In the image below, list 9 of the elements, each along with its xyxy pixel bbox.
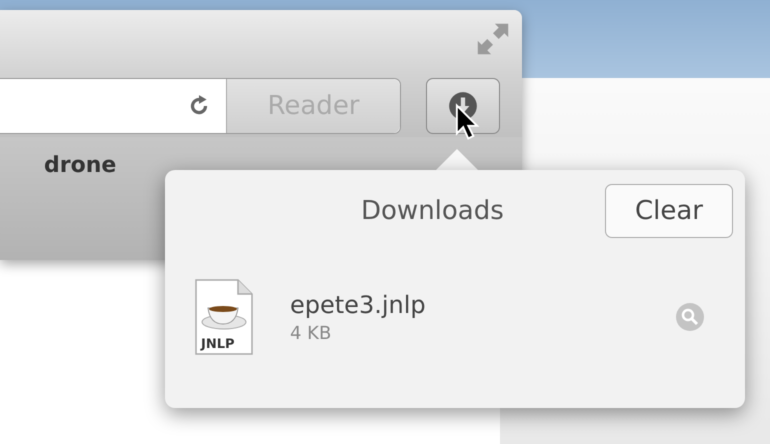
clear-button[interactable]: Clear bbox=[605, 184, 733, 238]
downloads-button[interactable] bbox=[426, 78, 500, 134]
popover-title: Downloads bbox=[361, 196, 504, 226]
file-size: 4 KB bbox=[290, 322, 332, 344]
file-type-label: JNLP bbox=[201, 337, 235, 352]
bookmark-link[interactable]: drone bbox=[44, 153, 116, 260]
coffee-cup-file-icon bbox=[193, 278, 255, 356]
file-name: epete3.jnlp bbox=[290, 290, 426, 318]
mouse-cursor-icon bbox=[454, 103, 480, 141]
